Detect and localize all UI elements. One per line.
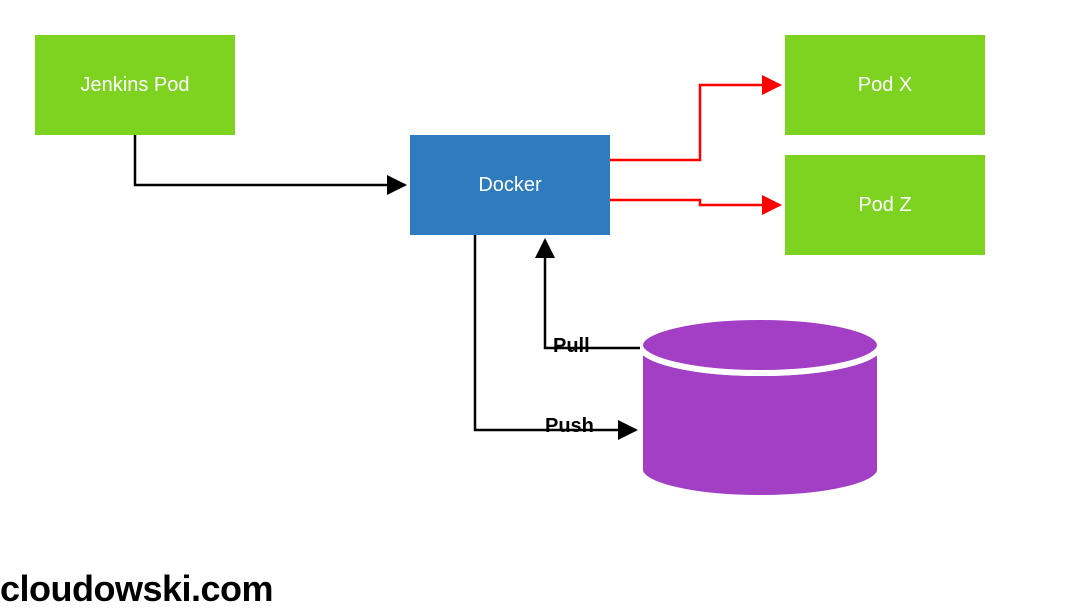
jenkins-pod-node: Jenkins Pod	[35, 35, 235, 135]
arrow-docker-to-podx	[610, 85, 780, 160]
registry-label: External Registry	[640, 395, 880, 447]
docker-label: Docker	[478, 174, 541, 197]
pull-label: Pull	[553, 335, 590, 358]
registry-line2: Registry	[723, 423, 796, 445]
jenkins-pod-label: Jenkins Pod	[81, 74, 190, 97]
pod-x-node: Pod X	[785, 35, 985, 135]
pod-z-label: Pod Z	[858, 194, 911, 217]
pod-x-label: Pod X	[858, 74, 912, 97]
arrow-docker-to-podz	[610, 200, 780, 205]
arrow-pull	[545, 240, 640, 348]
pod-z-node: Pod Z	[785, 155, 985, 255]
arrow-jenkins-to-docker	[135, 135, 405, 185]
watermark-text: cloudowski.com	[0, 568, 273, 610]
arrow-push	[475, 235, 636, 430]
push-label: Push	[545, 415, 594, 438]
docker-node: Docker	[410, 135, 610, 235]
registry-line1: External	[723, 397, 796, 419]
